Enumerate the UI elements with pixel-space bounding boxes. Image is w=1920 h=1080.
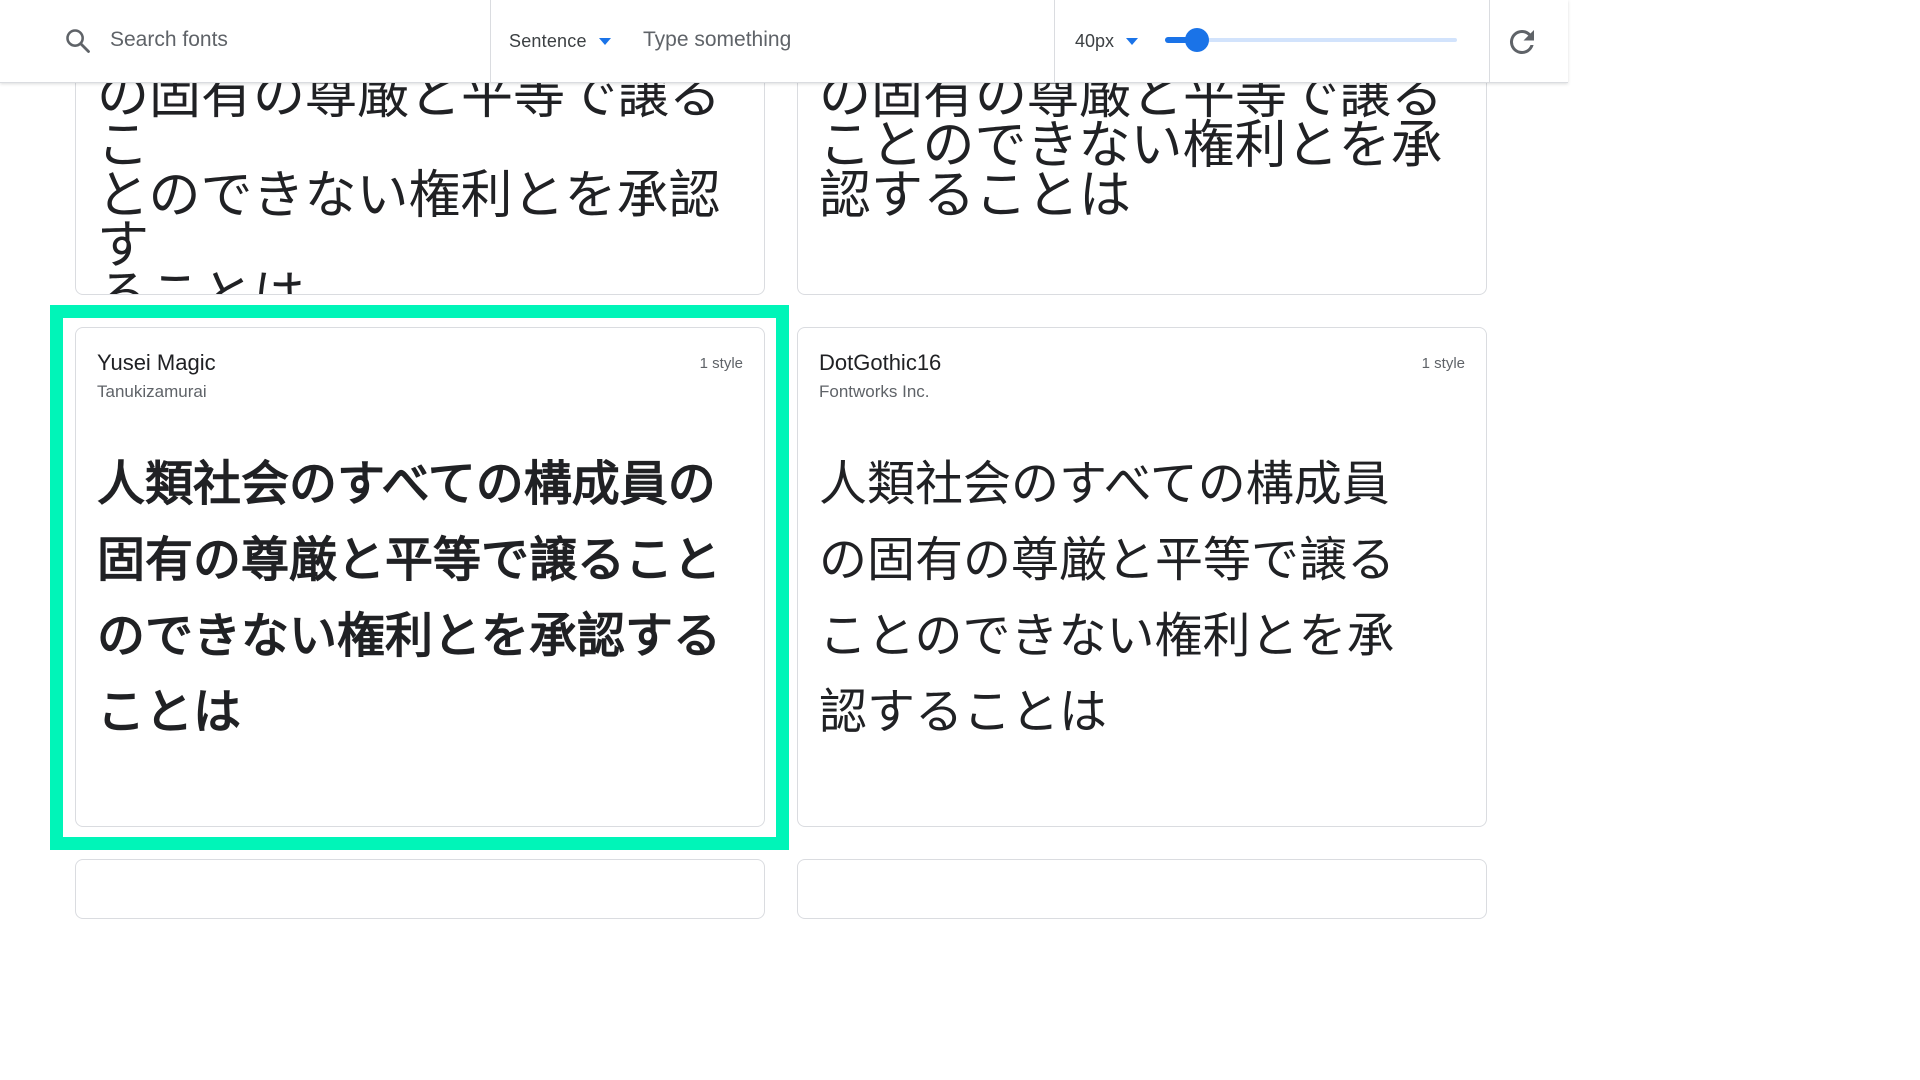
font-name: Yusei Magic xyxy=(97,350,216,375)
font-author: Fontworks Inc. xyxy=(819,382,930,401)
font-size-label: 40px xyxy=(1075,30,1115,51)
toolbar-divider xyxy=(490,0,491,82)
search-fonts-input[interactable] xyxy=(110,24,470,56)
font-card-yusei-magic[interactable]: Yusei Magic Tanukizamurai 1 style 人類社会のす… xyxy=(75,327,765,827)
reset-icon[interactable] xyxy=(1504,24,1540,60)
font-toolbar: Sentence 40px xyxy=(0,0,1568,83)
font-sample-text: 人類社会のすべての構成員の 固有の尊厳と平等で譲ること のできない権利とを承認す… xyxy=(97,456,722,740)
font-card[interactable] xyxy=(75,859,765,919)
preview-text-input[interactable] xyxy=(643,24,1023,56)
font-sample-text: の固有の尊厳と平等で譲るこ とのできない権利とを承認す ることは xyxy=(97,66,722,294)
font-sample-text: 人類社会のすべての構成員 の固有の尊厳と平等で譲る ことのできない権利とを承 認… xyxy=(819,456,1396,740)
font-card[interactable] xyxy=(797,859,1487,919)
slider-thumb[interactable] xyxy=(1185,28,1210,52)
search-icon[interactable] xyxy=(64,27,92,55)
font-style-count: 1 style xyxy=(1421,355,1465,372)
font-size-dropdown[interactable]: 40px xyxy=(1075,26,1139,56)
font-sample-text: の固有の尊厳と平等で譲る ことのできない権利とを承 認することは xyxy=(819,66,1444,226)
preview-mode-dropdown[interactable]: Sentence xyxy=(509,26,611,56)
toolbar-divider xyxy=(1489,0,1490,82)
chevron-down-icon xyxy=(598,37,611,45)
font-size-slider[interactable] xyxy=(1165,28,1457,52)
font-style-count: 1 style xyxy=(699,355,743,372)
font-card-dotgothic16[interactable]: DotGothic16 Fontworks Inc. 1 style 人類社会の… xyxy=(797,327,1487,827)
chevron-down-icon xyxy=(1126,37,1139,45)
font-name: DotGothic16 xyxy=(819,350,942,375)
preview-mode-label: Sentence xyxy=(509,30,587,51)
font-author: Tanukizamurai xyxy=(97,382,207,401)
toolbar-divider xyxy=(1054,0,1055,82)
